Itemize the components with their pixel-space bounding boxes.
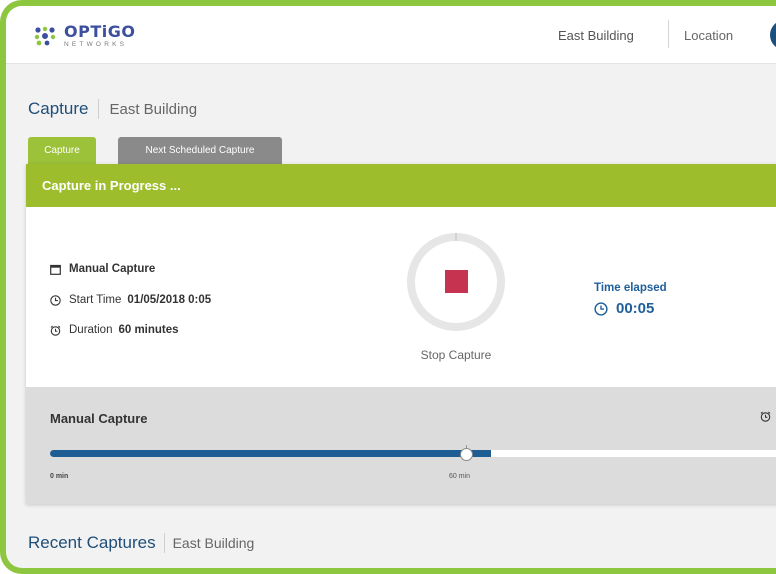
calendar-icon (50, 264, 61, 275)
progress-fill (50, 450, 491, 457)
brand-logo[interactable]: OPTiGO NETWORKS (34, 24, 135, 49)
user-avatar[interactable] (770, 20, 776, 50)
duration-label: Duration (69, 324, 113, 336)
top-header: OPTiGO NETWORKS East Building Location (6, 6, 776, 64)
title-divider (98, 99, 100, 119)
stop-icon (445, 270, 468, 293)
clock-icon (50, 294, 61, 306)
tab-capture[interactable]: Capture (28, 137, 96, 164)
time-elapsed: 00:05 (594, 300, 654, 317)
clock-icon (594, 301, 608, 316)
time-elapsed-value: 00:05 (616, 300, 655, 317)
brand-name: OPTiGO (64, 22, 136, 41)
capture-card: Capture in Progress ... Manual Capture S… (26, 164, 776, 504)
capture-type-label: Manual Capture (69, 263, 156, 275)
alarm-clock-icon (50, 325, 61, 336)
time-elapsed-label: Time elapsed (594, 282, 667, 294)
progress-handle[interactable] (460, 448, 473, 461)
progress-title: Manual Capture (50, 411, 148, 426)
header-building-link[interactable]: East Building (558, 28, 634, 43)
page-subtitle: East Building (109, 100, 198, 118)
stop-capture-label[interactable]: Stop Capture (396, 348, 516, 362)
capture-duration: Duration 60 minutes (50, 324, 179, 336)
progress-track[interactable] (50, 450, 776, 457)
capture-start-time: Start Time 01/05/2018 0:05 (50, 294, 211, 306)
alarm-clock-icon (760, 411, 771, 422)
recent-captures-title: Recent Captures East Building (28, 533, 254, 553)
page-title-text: Capture (28, 99, 89, 118)
brand-tagline: NETWORKS (64, 41, 128, 48)
app-frame: OPTiGO NETWORKS East Building Location C… (0, 0, 776, 574)
start-time-label: Start Time (69, 294, 122, 306)
capture-progress-panel: Manual Capture 0 min 60 min (26, 387, 776, 504)
header-location-link[interactable]: Location (684, 28, 733, 43)
duration-value: 60 minutes (118, 324, 179, 336)
header-divider (668, 20, 669, 48)
tab-next-scheduled-capture[interactable]: Next Scheduled Capture (118, 137, 282, 164)
capture-type: Manual Capture (50, 263, 155, 275)
capture-status-banner: Capture in Progress ... (26, 164, 776, 207)
progress-start-tick: 0 min (50, 473, 69, 480)
recent-captures-subtitle: East Building (172, 535, 255, 551)
start-time-value: 01/05/2018 0:05 (127, 294, 212, 306)
page-title: Capture East Building (28, 99, 197, 119)
recent-divider (163, 533, 165, 553)
optigo-logo-icon (34, 26, 56, 46)
stop-capture-button[interactable] (406, 232, 506, 332)
progress-mid-tick: 60 min (449, 473, 471, 480)
recent-captures-heading: Recent Captures (28, 533, 156, 552)
